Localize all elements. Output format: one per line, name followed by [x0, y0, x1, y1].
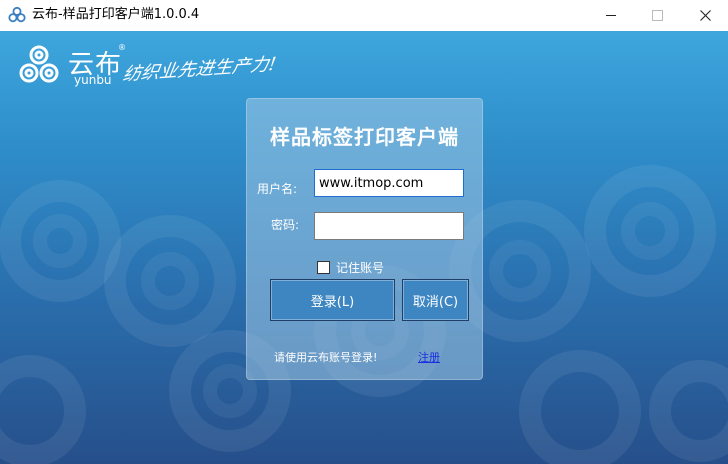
- remember-label: 记住账号: [336, 261, 385, 275]
- title-bar[interactable]: 云布-样品打印客户端1.0.0.4: [0, 0, 728, 31]
- login-title: 样品标签打印客户端: [270, 125, 459, 149]
- maximize-icon: [651, 10, 663, 21]
- password-label: 密码:: [271, 218, 300, 232]
- remember-checkbox[interactable]: [317, 261, 330, 274]
- window-title: 云布-样品打印客户端1.0.0.4: [32, 7, 200, 22]
- minimize-icon: [606, 15, 616, 16]
- password-input[interactable]: [314, 212, 464, 240]
- maximize-button[interactable]: [634, 0, 680, 31]
- minimize-button[interactable]: [588, 0, 634, 31]
- username-label: 用户名:: [257, 182, 298, 196]
- cancel-button[interactable]: 取消(C): [402, 279, 469, 321]
- remember-account[interactable]: 记住账号: [317, 259, 384, 276]
- login-panel: 样品标签打印客户端 用户名: 密码: 记住账号 登录(L) 取消(C) 请使用云…: [246, 98, 483, 380]
- login-hint: 请使用云布账号登录!: [274, 351, 378, 364]
- username-input[interactable]: [314, 169, 464, 197]
- login-button[interactable]: 登录(L): [270, 279, 395, 321]
- app-icon: [8, 6, 26, 23]
- close-button[interactable]: [682, 0, 728, 31]
- brand-slogan: 纺织业先进生产力!: [121, 53, 278, 86]
- brand-name-en: yunbu: [74, 73, 112, 87]
- registered-mark: ®: [118, 43, 126, 52]
- client-area: 云布 ® yunbu 纺织业先进生产力! 样品标签打印客户端 用户名: 密码: …: [0, 31, 728, 464]
- brand-logo: 云布 ® yunbu 纺织业先进生产力!: [16, 41, 277, 91]
- yunbu-swirl-logo-icon: [19, 45, 59, 83]
- close-icon: [699, 10, 711, 21]
- register-link[interactable]: 注册: [418, 349, 440, 365]
- app-window: 云布-样品打印客户端1.0.0.4 云布 ® yunbu 纺织业先进生产力! 样…: [0, 0, 728, 464]
